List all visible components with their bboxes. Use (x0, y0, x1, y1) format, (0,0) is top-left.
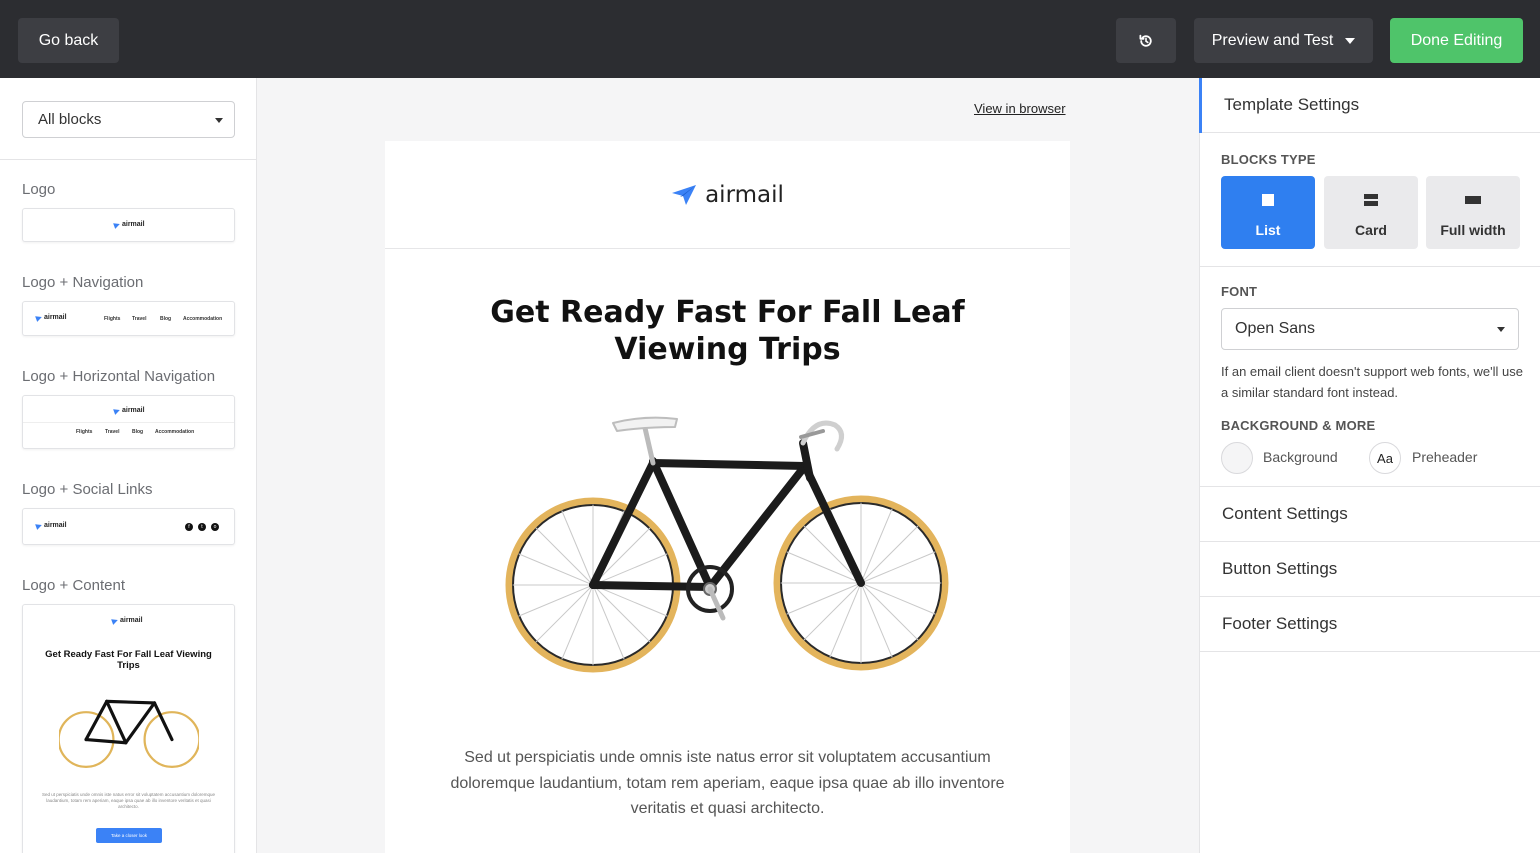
paper-plane-icon (113, 220, 121, 229)
twitter-icon: t (198, 523, 206, 531)
mini-brand: airmail (44, 522, 67, 529)
button-settings-label: Button Settings (1222, 559, 1338, 578)
email-title: Get Ready Fast For Fall Leaf Viewing Tri… (490, 295, 965, 367)
background-label: Background (1263, 449, 1338, 465)
template-settings-label: Template Settings (1224, 95, 1360, 114)
block-thumb-logo-navigation[interactable]: airmail Flights Travel Blog Accommodatio… (22, 301, 235, 336)
paper-plane-icon (672, 184, 697, 205)
mini-email-text: Sed ut perspiciatis unde omnis iste natu… (41, 792, 216, 809)
blocks-filter-select[interactable]: All blocks (22, 101, 235, 138)
full-width-icon (1465, 193, 1481, 207)
block-type-full-width[interactable]: Full width (1426, 176, 1520, 249)
background-heading: BACKGROUND & MORE (1221, 418, 1376, 433)
block-thumb-logo[interactable]: airmail (22, 208, 235, 242)
blocks-type-heading: BLOCKS TYPE (1221, 152, 1316, 167)
footer-settings-row[interactable]: Footer Settings (1200, 597, 1540, 652)
mini-email-title: Get Ready Fast For Fall Leaf Viewing Tri… (45, 649, 212, 671)
mini-brand: airmail (122, 221, 145, 228)
mini-airmail-logo: airmail (111, 616, 143, 625)
mini-nav-item: Accommodation (155, 429, 195, 435)
paper-plane-icon (35, 521, 43, 530)
paper-plane-icon (113, 406, 121, 415)
preview-and-test-button[interactable]: Preview and Test (1194, 18, 1373, 63)
mini-airmail-logo: airmail (113, 406, 145, 415)
mini-airmail-logo: airmail (113, 220, 145, 229)
settings-panel: Template Settings BLOCKS TYPE List Card … (1199, 78, 1540, 853)
divider (0, 159, 256, 160)
history-icon (1139, 34, 1152, 47)
blocks-filter-value: All blocks (38, 111, 102, 128)
top-bar: Go back Preview and Test Done Editing (0, 0, 1540, 78)
block-type-label: Full width (1440, 222, 1506, 238)
block-type-label: Card (1355, 222, 1387, 238)
block-type-label: List (1255, 222, 1281, 238)
content-settings-label: Content Settings (1222, 504, 1348, 523)
mini-airmail-logo: airmail (35, 313, 67, 322)
font-heading: FONT (1221, 284, 1258, 299)
paper-plane-icon (111, 616, 119, 625)
divider (1200, 266, 1540, 267)
chevron-down-icon (215, 118, 223, 123)
font-select[interactable]: Open Sans (1221, 308, 1519, 350)
mini-brand: airmail (122, 407, 145, 414)
view-in-browser-link[interactable]: View in browser (974, 101, 1066, 116)
preheader-label: Preheader (1412, 449, 1478, 465)
font-help-text: If an email client doesn't support web f… (1221, 364, 1523, 400)
button-settings-row[interactable]: Button Settings (1200, 542, 1540, 597)
active-indicator (1199, 78, 1202, 133)
bicycle-image (505, 416, 949, 673)
email-preview[interactable]: airmail Get Ready Fast For Fall Leaf Vie… (385, 141, 1070, 853)
mini-nav-item: Flights (76, 429, 93, 435)
block-label-logo-social-links: Logo + Social Links (22, 481, 153, 498)
mini-nav-item: Flights (104, 316, 121, 322)
block-thumb-logo-content[interactable]: airmail Get Ready Fast For Fall Leaf Vie… (22, 604, 235, 853)
email-body-text: Sed ut perspiciatis unde omnis iste natu… (450, 749, 1005, 817)
block-label-logo-content: Logo + Content (22, 577, 126, 594)
chevron-down-icon (1497, 327, 1505, 332)
go-back-button[interactable]: Go back (18, 18, 119, 63)
background-color-swatch[interactable] (1221, 442, 1253, 474)
block-thumb-logo-horizontal-navigation[interactable]: airmail Flights Travel Blog Accommodatio… (22, 395, 235, 449)
mini-brand: airmail (44, 314, 67, 321)
email-canvas: View in browser airmail Get Ready Fast F… (257, 78, 1199, 853)
bicycle-image (59, 699, 199, 769)
divider (23, 422, 234, 423)
block-type-card[interactable]: Card (1324, 176, 1418, 249)
footer-settings-label: Footer Settings (1222, 614, 1338, 633)
facebook-icon: f (185, 523, 193, 531)
mini-nav-item: Blog (160, 316, 172, 322)
instagram-icon: o (211, 523, 219, 531)
mini-nav-item: Blog (132, 429, 144, 435)
preheader-swatch-text: Aa (1377, 450, 1393, 466)
block-thumb-logo-social-links[interactable]: airmail f t o (22, 508, 235, 545)
block-type-list[interactable]: List (1221, 176, 1315, 249)
list-icon (1262, 193, 1274, 207)
preheader-swatch[interactable]: Aa (1369, 442, 1401, 474)
mini-nav-item: Accommodation (183, 316, 223, 322)
block-label-logo-horizontal-navigation: Logo + Horizontal Navigation (22, 368, 216, 385)
paper-plane-icon (35, 313, 43, 322)
template-settings-header[interactable]: Template Settings (1199, 78, 1540, 133)
mini-brand: airmail (120, 617, 143, 624)
mini-nav-item: Travel (132, 316, 147, 322)
preview-and-test-label: Preview and Test (1211, 31, 1334, 49)
history-button[interactable] (1116, 18, 1176, 63)
content-settings-row[interactable]: Content Settings (1200, 487, 1540, 542)
font-select-value: Open Sans (1235, 320, 1316, 337)
go-back-label: Go back (38, 31, 99, 49)
email-logo-block[interactable]: airmail (385, 141, 1070, 249)
block-label-logo: Logo (22, 181, 56, 198)
blocks-sidebar: All blocks Logo airmail Logo + Navigatio… (0, 78, 257, 853)
chevron-down-icon (1345, 37, 1356, 44)
done-editing-label: Done Editing (1410, 31, 1503, 49)
brand-name: airmail (705, 181, 784, 208)
mini-airmail-logo: airmail (35, 521, 67, 530)
block-label-logo-navigation: Logo + Navigation (22, 274, 144, 291)
done-editing-button[interactable]: Done Editing (1390, 18, 1523, 63)
mini-nav-item: Travel (105, 429, 120, 435)
mini-cta-button: Take a closer look (96, 828, 162, 843)
card-icon (1364, 193, 1378, 207)
